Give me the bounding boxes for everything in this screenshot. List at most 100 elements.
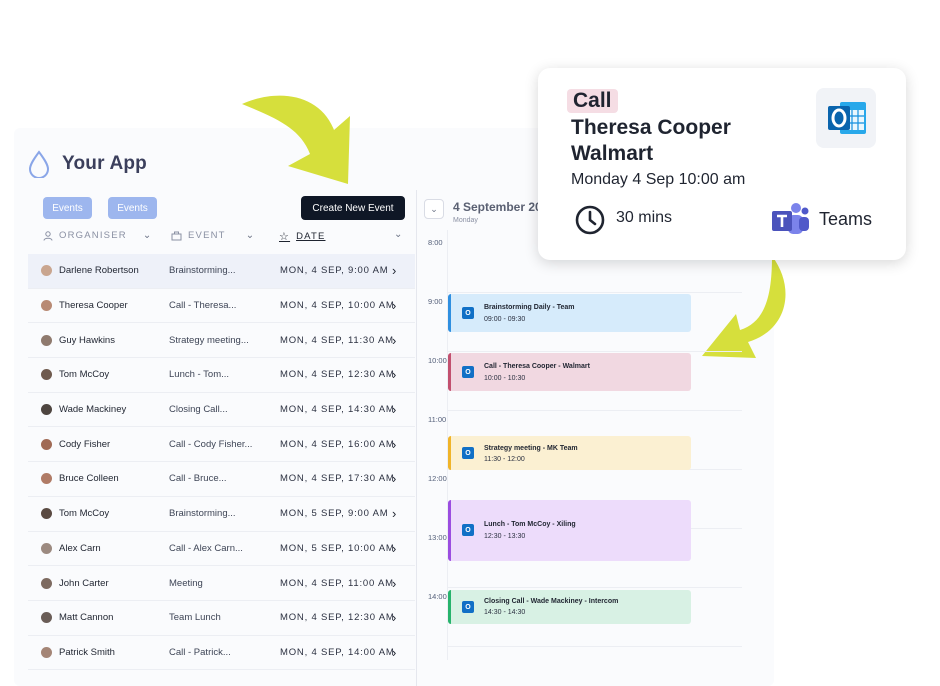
chevron-right-icon[interactable]: › — [392, 506, 396, 521]
panel-divider — [416, 190, 417, 686]
chevron-right-icon[interactable]: › — [392, 333, 396, 348]
chevron-right-icon[interactable]: › — [392, 298, 396, 313]
event-date: MON, 4 SEP, 12:30 AM — [280, 369, 395, 381]
event-title: Closing Call - Wade Mackiney - Intercom — [484, 598, 619, 605]
chevron-down-icon[interactable]: ⌄ — [394, 229, 402, 240]
table-row[interactable]: Guy Hawkins Strategy meeting... MON, 4 S… — [28, 323, 415, 359]
event-title: Strategy meeting - MK Team — [484, 445, 578, 452]
table-row[interactable]: Matt Cannon Team Lunch MON, 4 SEP, 12:30… — [28, 601, 415, 636]
event-date: MON, 4 SEP, 14:30 AM — [280, 404, 395, 416]
create-new-event-button[interactable]: Create New Event — [301, 196, 405, 220]
event-name: Call - Theresa... — [169, 300, 237, 312]
event-platform: Teams — [819, 209, 873, 229]
calendar-date: 4 September 20 — [453, 200, 542, 214]
event-company: Walmart — [571, 142, 654, 165]
outlook-icon: O — [462, 307, 474, 319]
table-row[interactable]: Theresa Cooper Call - Theresa... MON, 4 … — [28, 289, 415, 324]
column-label-organiser: ORGANISER — [59, 230, 127, 241]
event-date: MON, 5 SEP, 9:00 AM — [280, 508, 389, 520]
chevron-right-icon[interactable]: › — [392, 576, 396, 591]
outlook-icon: O — [462, 447, 474, 459]
event-name: Brainstorming... — [169, 508, 236, 520]
event-date: MON, 5 SEP, 10:00 AM — [280, 542, 395, 554]
calendar-gridline — [447, 410, 742, 411]
event-date: MON, 4 SEP, 11:30 AM — [280, 334, 394, 346]
chevron-right-icon[interactable]: › — [392, 541, 396, 556]
calendar-event[interactable]: O Strategy meeting - MK Team 11:30 - 12:… — [448, 436, 691, 470]
event-date: MON, 4 SEP, 9:00 AM — [280, 265, 389, 277]
chevron-right-icon[interactable]: › — [392, 437, 396, 452]
organiser-name: Guy Hawkins — [59, 334, 115, 346]
event-name: Call - Cody Fisher... — [169, 438, 253, 450]
calendar-event[interactable]: O Lunch - Tom McCoy - Xiling 12:30 - 13:… — [448, 500, 691, 561]
event-time: 11:30 - 12:00 — [484, 456, 525, 463]
event-name: Brainstorming... — [169, 265, 236, 277]
event-time: 09:00 - 09:30 — [484, 316, 526, 323]
calendar-event[interactable]: O Call - Theresa Cooper - Walmart 10:00 … — [448, 353, 691, 391]
droplet-icon — [28, 150, 50, 178]
event-date: MON, 4 SEP, 16:00 AM — [280, 438, 395, 450]
table-row[interactable]: Bruce Colleen Call - Bruce... MON, 4 SEP… — [28, 462, 415, 497]
column-header-organiser[interactable]: ORGANISER ⌄ — [43, 230, 152, 241]
event-name: Call - Patrick... — [169, 646, 231, 658]
column-header-event[interactable]: EVENT ⌄ — [171, 230, 255, 241]
calendar-gridline — [447, 646, 742, 647]
event-name: Call - Bruce... — [169, 473, 227, 485]
chevron-right-icon[interactable]: › — [392, 610, 396, 625]
event-contact-name: Theresa Cooper — [571, 116, 731, 139]
chevron-right-icon[interactable]: › — [392, 367, 396, 382]
table-row[interactable]: Cody Fisher Call - Cody Fisher... MON, 4… — [28, 427, 415, 463]
hour-label: 14:00 — [428, 592, 447, 601]
event-type-tag: Call — [567, 89, 618, 113]
chevron-right-icon[interactable]: › — [392, 471, 396, 486]
table-row[interactable]: Wade Mackiney Closing Call... MON, 4 SEP… — [28, 393, 415, 428]
table-row[interactable]: Tom McCoy Brainstorming... MON, 5 SEP, 9… — [28, 497, 415, 532]
calendar-dropdown-button[interactable]: ⌄ — [424, 199, 444, 219]
event-date: MON, 4 SEP, 11:00 AM — [280, 577, 394, 589]
event-title: Lunch - Tom McCoy - Xiling — [484, 521, 576, 528]
table-row[interactable]: Tom McCoy Lunch - Tom... MON, 4 SEP, 12:… — [28, 358, 415, 393]
chevron-down-icon[interactable]: ⌄ — [143, 230, 153, 241]
event-title: Brainstorming Daily - Team — [484, 304, 575, 311]
avatar — [41, 369, 52, 381]
hour-label: 12:00 — [428, 474, 447, 483]
chevron-right-icon[interactable]: › — [392, 263, 396, 278]
outlook-icon: O — [462, 366, 474, 378]
calendar-event[interactable]: O Brainstorming Daily - Team 09:00 - 09:… — [448, 294, 691, 332]
column-label-date: DATE — [296, 231, 326, 242]
chevron-down-icon[interactable]: ⌄ — [246, 230, 256, 241]
organiser-name: Tom McCoy — [59, 369, 110, 381]
avatar — [41, 577, 52, 589]
chevron-right-icon[interactable]: › — [392, 402, 396, 417]
column-header-date[interactable]: ☆ DATE — [279, 230, 326, 243]
hour-label: 13:00 — [428, 533, 447, 542]
event-name: Closing Call... — [169, 404, 228, 416]
app-title: Your App — [62, 153, 147, 174]
calendar-gridline — [447, 587, 742, 588]
event-date: MON, 4 SEP, 10:00 AM — [280, 300, 395, 312]
table-row[interactable]: John Carter Meeting MON, 4 SEP, 11:00 AM… — [28, 566, 415, 601]
organiser-name: Alex Carn — [59, 542, 101, 554]
outlook-app-icon — [816, 88, 876, 148]
organiser-name: Tom McCoy — [59, 508, 110, 520]
hour-label: 11:00 — [428, 415, 447, 424]
chevron-right-icon[interactable]: › — [392, 645, 396, 660]
hour-label: 9:00 — [428, 297, 443, 306]
organiser-name: Patrick Smith — [59, 646, 115, 658]
table-row[interactable]: Patrick Smith Call - Patrick... MON, 4 S… — [28, 636, 415, 671]
event-title: Call - Theresa Cooper - Walmart — [484, 363, 590, 370]
avatar — [41, 646, 52, 658]
table-row[interactable]: Alex Carn Call - Alex Carn... MON, 5 SEP… — [28, 532, 415, 567]
avatar — [41, 508, 52, 520]
event-time: 10:00 - 10:30 — [484, 375, 526, 382]
event-duration: 30 mins — [616, 209, 673, 226]
organiser-name: Darlene Robertson — [59, 265, 139, 277]
event-name: Team Lunch — [169, 612, 221, 624]
table-row[interactable]: Darlene Robertson Brainstorming... MON, … — [28, 254, 415, 289]
calendar-gridline — [447, 351, 742, 352]
events-filter-button-2[interactable]: Events — [108, 197, 157, 219]
events-filter-button[interactable]: Events — [43, 197, 92, 219]
calendar-event[interactable]: O Closing Call - Wade Mackiney - Interco… — [448, 590, 691, 624]
outlook-icon: O — [462, 524, 474, 536]
event-date: MON, 4 SEP, 14:00 AM — [280, 646, 395, 658]
